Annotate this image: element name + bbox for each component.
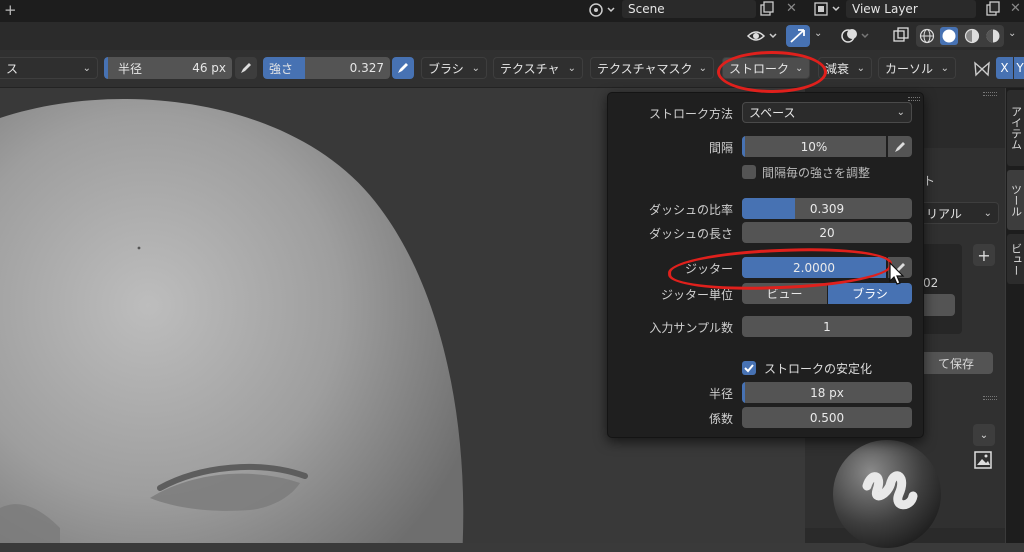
- tab-item[interactable]: アイテム: [1007, 90, 1024, 166]
- gizmo-toggle-icon[interactable]: [786, 25, 810, 47]
- stabilize-radius-fill: [742, 382, 746, 403]
- panel-header-label: ト: [923, 174, 936, 188]
- stroke-method-dropdown[interactable]: スペース ⌄: [742, 102, 912, 123]
- spacing-pressure-pen-icon[interactable]: [888, 136, 912, 157]
- brush-selector-dropdown[interactable]: ス ⌄: [0, 57, 98, 79]
- close-scene-icon[interactable]: ✕: [786, 1, 797, 16]
- overlay-toggle-icon[interactable]: [838, 25, 874, 47]
- symmetry-y-toggle[interactable]: Y: [1014, 57, 1024, 79]
- shading-mode-group: [916, 25, 1004, 47]
- cursor-popover-button[interactable]: カーソル ⌄: [878, 57, 956, 79]
- strength-field[interactable]: 強さ 0.327: [263, 57, 390, 79]
- falloff-popover-button[interactable]: 減衰 ⌄: [818, 57, 872, 79]
- viewport-header: ⌄ ⌄: [0, 22, 1024, 50]
- dash-ratio-label: ダッシュの比率: [648, 203, 733, 217]
- shading-dropdown-chevron-icon[interactable]: ⌄: [1008, 28, 1016, 39]
- chevron-down-icon: ⌄: [698, 62, 707, 74]
- symmetry-x-toggle[interactable]: X: [996, 57, 1013, 79]
- radius-field[interactable]: 半径 46 px: [104, 57, 232, 79]
- copy-view-layer-icon[interactable]: [984, 0, 1004, 18]
- texture-mask-popover-button[interactable]: テクスチャマスク ⌄: [590, 57, 714, 79]
- stabilize-stroke-label: ストロークの安定化: [764, 362, 873, 376]
- sidebar-tabs: アイテム ツール ビュー: [1006, 88, 1024, 543]
- stroke-popover-button[interactable]: ストローク ⌄: [722, 57, 810, 79]
- texture-popover-button[interactable]: テクスチャ ⌄: [493, 57, 583, 79]
- chevron-down-icon: ⌄: [567, 62, 576, 74]
- radius-fill: [104, 57, 108, 79]
- stabilize-radius-slider[interactable]: 18 px: [742, 382, 912, 403]
- dash-ratio-fill: [742, 198, 795, 219]
- dash-length-field[interactable]: 20: [742, 222, 912, 243]
- panel-drag-grip-icon[interactable]: [983, 396, 997, 400]
- jitter-label: ジッター: [684, 262, 733, 276]
- chevron-down-icon: ⌄: [795, 62, 804, 74]
- factor-field[interactable]: 0.500: [742, 407, 912, 428]
- brush-count-label: 02: [923, 276, 939, 290]
- strength-pressure-pen-icon[interactable]: [392, 57, 414, 79]
- brush-preview-icon: [825, 434, 945, 549]
- jitter-unit-view-button[interactable]: ビュー: [742, 283, 827, 304]
- checkmark-icon: [744, 364, 754, 373]
- stroke-method-label: ストローク方法: [648, 107, 733, 121]
- image-icon[interactable]: [973, 450, 995, 472]
- xray-toggle-icon[interactable]: [890, 25, 912, 47]
- stabilize-stroke-checkbox[interactable]: [742, 361, 756, 375]
- chevron-down-icon: ⌄: [983, 207, 992, 219]
- dash-length-label: ダッシュの長さ: [648, 227, 733, 241]
- chevron-down-icon: ⌄: [856, 62, 865, 74]
- material-dropdown[interactable]: リアル ⌄: [919, 202, 999, 224]
- preview-chevron-down-icon[interactable]: ⌄: [973, 424, 995, 446]
- add-workspace-icon[interactable]: +: [4, 1, 17, 19]
- visibility-eye-icon[interactable]: [746, 25, 782, 47]
- view-layer-selector-icon[interactable]: [812, 0, 846, 18]
- dash-ratio-slider[interactable]: 0.309: [742, 198, 912, 219]
- rendered-shading-icon[interactable]: [985, 28, 1001, 44]
- spacing-slider[interactable]: 10%: [742, 136, 886, 157]
- jitter-slider[interactable]: 2.0000: [742, 257, 886, 278]
- factor-label: 係数: [708, 412, 733, 426]
- close-view-layer-icon[interactable]: ✕: [1010, 1, 1021, 16]
- panel-drag-grip-icon[interactable]: [983, 92, 997, 96]
- solid-shading-icon[interactable]: [940, 27, 959, 45]
- jitter-unit-label: ジッター単位: [660, 288, 733, 302]
- chevron-down-icon: ⌄: [82, 62, 91, 74]
- chevron-down-icon: ⌄: [896, 107, 905, 118]
- spacing-fill: [742, 136, 745, 157]
- brush-name-field[interactable]: [919, 294, 955, 316]
- wireframe-shading-icon[interactable]: [919, 28, 935, 44]
- add-brush-icon[interactable]: +: [973, 244, 995, 266]
- stroke-settings-popover: ストローク方法 スペース ⌄ 間隔 10% 間隔毎の強さを調整 ダッシュの比率 0…: [607, 92, 924, 438]
- input-samples-field[interactable]: 1: [742, 316, 912, 337]
- symmetry-butterfly-icon[interactable]: [972, 59, 994, 79]
- tab-view[interactable]: ビュー: [1007, 234, 1024, 284]
- chevron-down-icon: ⌄: [940, 62, 949, 74]
- save-button[interactable]: て保存: [919, 352, 993, 374]
- tab-tool[interactable]: ツール: [1007, 170, 1024, 230]
- chevron-down-icon: ⌄: [471, 62, 480, 74]
- spacing-label: 間隔: [708, 141, 733, 155]
- gizmo-dropdown-chevron-icon[interactable]: ⌄: [814, 28, 822, 39]
- radius-pressure-pen-icon[interactable]: [235, 57, 257, 79]
- scene-name-field[interactable]: Scene: [622, 0, 756, 18]
- mouse-cursor-icon: [889, 261, 905, 286]
- brush-popover-button[interactable]: ブラシ ⌄: [421, 57, 487, 79]
- popover-drag-grip-icon[interactable]: [908, 97, 920, 101]
- jitter-unit-brush-button[interactable]: ブラシ: [828, 283, 912, 304]
- tool-settings-bar: ス ⌄ 半径 46 px 強さ 0.327 ブラシ ⌄ テクスチャ ⌄ テクスチャマス…: [0, 50, 1024, 88]
- input-samples-label: 入力サンプル数: [649, 321, 733, 335]
- material-shading-icon[interactable]: [964, 28, 980, 44]
- top-bar: + Scene ✕ View Layer ✕: [0, 0, 1024, 22]
- adjust-strength-label: 間隔毎の強さを調整: [762, 166, 871, 180]
- adjust-strength-checkbox[interactable]: [742, 165, 756, 179]
- scene-selector-icon[interactable]: [588, 0, 622, 20]
- stabilize-radius-label: 半径: [708, 387, 733, 401]
- view-layer-field[interactable]: View Layer: [846, 0, 976, 18]
- copy-scene-icon[interactable]: [758, 0, 778, 18]
